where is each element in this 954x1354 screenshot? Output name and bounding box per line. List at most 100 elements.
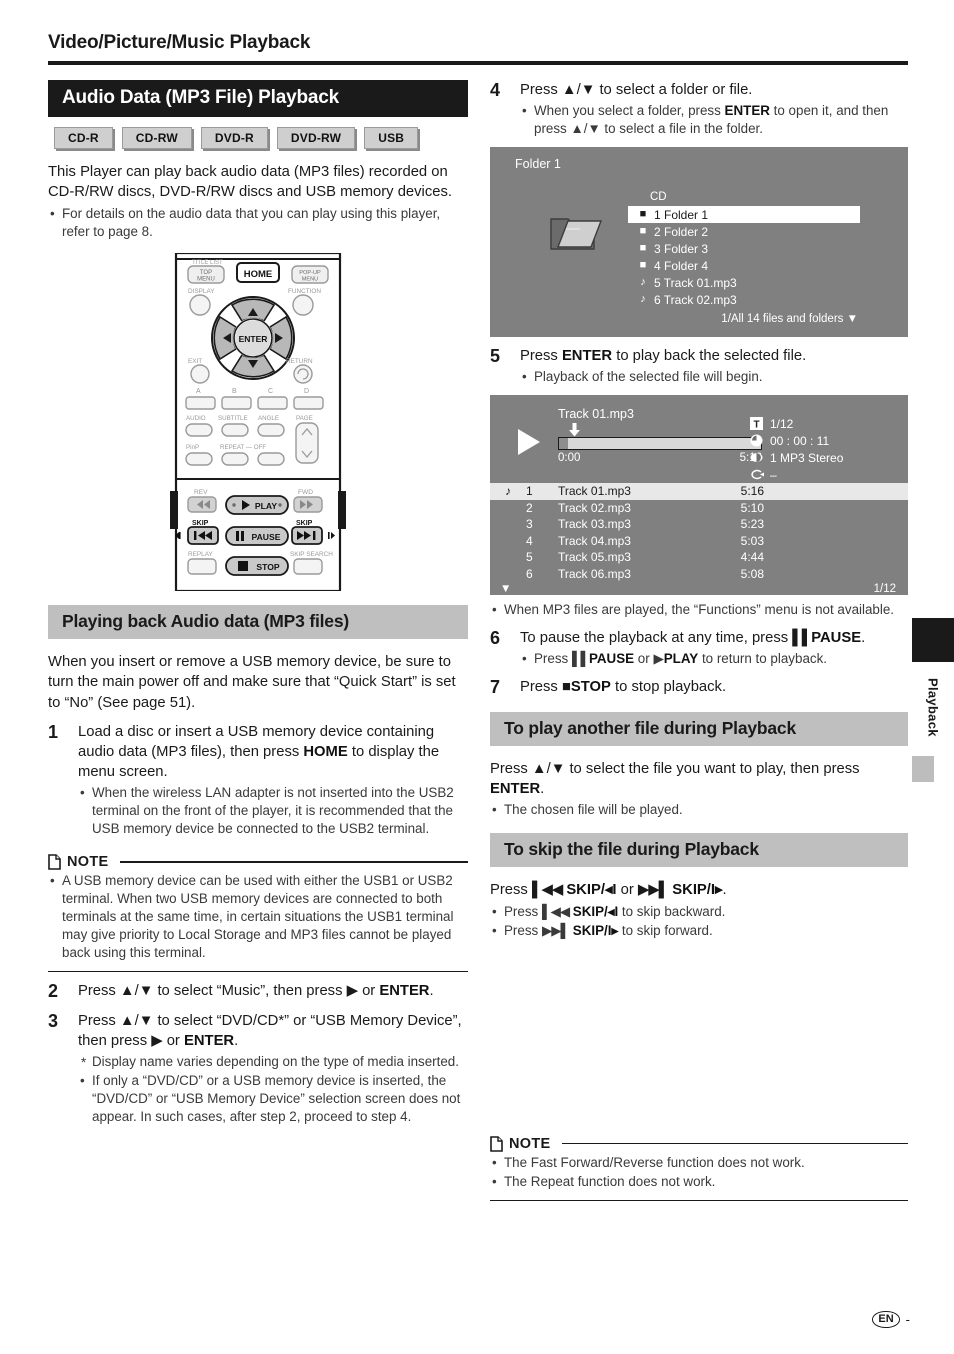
- list-item[interactable]: ■ 3 Folder 3: [628, 240, 860, 257]
- list-item: The Fast Forward/Reverse function does n…: [490, 1154, 908, 1172]
- play-another-bold: ENTER: [490, 781, 541, 798]
- pause-icon: ▌▌: [792, 630, 812, 647]
- svg-text:C: C: [268, 388, 273, 395]
- skip-b2-c: to skip forward.: [618, 922, 713, 938]
- step-text: Press ENTER to play back the selected fi…: [520, 346, 908, 366]
- section-title-playing-back: Playing back Audio data (MP3 files): [48, 604, 468, 639]
- svg-text:MENU: MENU: [197, 276, 215, 282]
- step-text-a: Press: [520, 679, 562, 696]
- step-number: 7: [490, 677, 501, 698]
- table-row[interactable]: 5 Track 05.mp3 4:44: [490, 549, 908, 566]
- table-row[interactable]: 6 Track 06.mp3 5:08: [490, 566, 908, 583]
- skip-forward-icon: ▶▶▌: [637, 882, 669, 899]
- bullet-text-e: to return to playback.: [698, 651, 828, 667]
- svg-text:EXIT: EXIT: [188, 358, 202, 365]
- file-count-text: 1/All 14 files and folders: [721, 313, 844, 326]
- elapsed-time: 0:00: [558, 452, 581, 465]
- svg-text:POP-UP: POP-UP: [299, 270, 321, 276]
- step-text-c: to stop playback.: [610, 679, 727, 696]
- play-status-icon: [518, 429, 540, 456]
- play-another-text: Press ▲/▼ to select the file you want to…: [490, 759, 908, 800]
- skip-file-bullets: Press ▌◀◀ SKIP/◂I to skip backward. Pres…: [490, 903, 908, 940]
- side-tab-label: Playback: [912, 662, 954, 752]
- play-another-a: Press ▲/▼ to select the file you want to…: [490, 760, 860, 777]
- info-row-time: 00 : 00 : 11: [750, 432, 880, 449]
- info-value: 1 MP3 Stereo: [770, 450, 844, 465]
- step-text-bold: ENTER: [379, 983, 430, 1000]
- step-text-bold: ENTER: [561, 348, 613, 365]
- page-title: Video/Picture/Music Playback: [48, 32, 311, 53]
- list-item: The chosen file will be played.: [490, 801, 908, 819]
- header-divider: [48, 61, 908, 65]
- info-row-audio: 1 MP3 Stereo: [750, 449, 880, 466]
- svg-text:STOP: STOP: [256, 562, 280, 572]
- progress-bar[interactable]: [558, 437, 762, 451]
- list-item[interactable]: ♪ 6 Track 02.mp3: [628, 291, 860, 308]
- info-value: 00 : 00 : 11: [770, 433, 830, 448]
- step-number: 5: [490, 346, 501, 367]
- playback-info-panel: T 1/12 00 : 00 : 11 1 MP3 Stereo –: [750, 415, 880, 483]
- track-number: 6: [526, 566, 533, 581]
- side-tab-playback: Playback: [912, 618, 954, 782]
- right-column: 4 Press ▲/▼ to select a folder or file. …: [490, 80, 908, 1202]
- step-text: Press ▲/▼ to select “Music”, then press …: [78, 981, 468, 1001]
- left-column: Audio Data (MP3 File) Playback CD-R CD-R…: [48, 80, 468, 1126]
- svg-text:SUBTITLE: SUBTITLE: [218, 415, 248, 422]
- skip-forward-icon: ▶▶▌: [541, 922, 570, 938]
- skip-b1-a: Press: [504, 903, 542, 919]
- list-item[interactable]: ♪ 5 Track 01.mp3: [628, 274, 860, 291]
- svg-text:PAGE: PAGE: [296, 415, 313, 422]
- bullet-text-bold2: PLAY: [663, 651, 699, 667]
- list-item[interactable]: ■ 1 Folder 1: [628, 206, 860, 224]
- step-text-c: .: [234, 1033, 239, 1050]
- step-text: To pause the playback at any time, press…: [520, 628, 908, 648]
- note-block-right: NOTE The Fast Forward/Reverse function d…: [490, 1136, 908, 1202]
- step-4-bullets: When you select a folder, press ENTER to…: [520, 102, 908, 138]
- music-note-icon: ♪: [505, 484, 511, 499]
- badge-cd-r: CD-R: [54, 127, 113, 149]
- section-title-skip-file: To skip the file during Playback: [490, 833, 908, 868]
- stop-icon: ■: [561, 679, 571, 696]
- track-number: 3: [526, 517, 533, 532]
- table-row[interactable]: ♪ 1 Track 01.mp3 5:16: [490, 483, 908, 500]
- badge-cd-rw: CD-RW: [121, 127, 192, 149]
- track-name: Track 06.mp3: [558, 566, 631, 581]
- table-row[interactable]: 2 Track 02.mp3 5:10: [490, 500, 908, 517]
- list-item-label: 3 Folder 3: [654, 241, 709, 256]
- audio-icon: [750, 451, 770, 464]
- list-item[interactable]: ■ 4 Folder 4: [628, 257, 860, 274]
- svg-text:TITLE LIST: TITLE LIST: [192, 260, 223, 266]
- side-tab-block: [912, 618, 954, 662]
- svg-text:REV: REV: [194, 489, 208, 496]
- svg-text:PAUSE: PAUSE: [252, 532, 281, 542]
- note-bottom-divider: [48, 970, 468, 973]
- skip-b1-bold: SKIP/◂I: [572, 903, 619, 919]
- bullet-text-c: or: [634, 651, 654, 667]
- track-name: Track 05.mp3: [558, 550, 631, 565]
- info-row-title: T 1/12: [750, 415, 880, 432]
- list-item: The Repeat function does not work.: [490, 1173, 908, 1191]
- list-item-label: 4 Folder 4: [654, 258, 709, 273]
- list-item[interactable]: ■ 2 Folder 2: [628, 223, 860, 240]
- now-playing-track-name: Track 01.mp3: [558, 407, 634, 422]
- list-item: Press ▌◀◀ SKIP/◂I to skip backward.: [490, 903, 908, 921]
- skip-backward-icon: ▌◀◀: [541, 903, 570, 919]
- skip-b2-bold: SKIP/I▸: [572, 922, 619, 938]
- progress-area: 0:00 5:16: [558, 437, 762, 464]
- track-number: 2: [526, 500, 533, 515]
- step-1: 1 Load a disc or insert a USB memory dev…: [48, 722, 468, 838]
- progress-times: 0:00 5:16: [558, 452, 762, 464]
- skip-b2-a: Press: [504, 922, 542, 938]
- play-another-bullets: The chosen file will be played.: [490, 801, 908, 819]
- svg-text:REPLAY: REPLAY: [188, 551, 213, 558]
- chevron-down-icon[interactable]: ▼: [500, 583, 511, 595]
- step-text-a: Press: [520, 348, 562, 365]
- audio-intro-text: This Player can play back audio data (MP…: [48, 164, 452, 201]
- table-row[interactable]: 3 Track 03.mp3 5:23: [490, 516, 908, 533]
- table-row[interactable]: 4 Track 04.mp3 5:03: [490, 533, 908, 550]
- note-block-left: NOTE A USB memory device can be used wit…: [48, 854, 468, 973]
- track-list: ♪ 1 Track 01.mp3 5:16 2 Track 02.mp3 5:1…: [490, 483, 908, 595]
- media-badge-list: CD-R CD-RW DVD-R DVD-RW USB: [54, 127, 468, 149]
- svg-text:B: B: [232, 388, 237, 395]
- clock-icon: [750, 434, 770, 447]
